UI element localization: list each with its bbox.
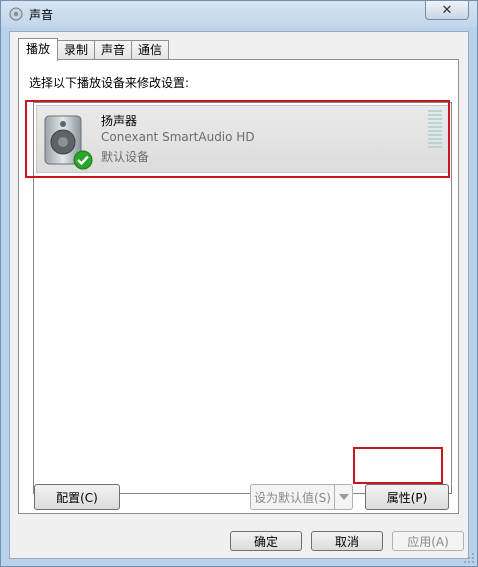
device-name: 扬声器 (101, 114, 138, 128)
device-item-speakers[interactable]: 扬声器 Conexant SmartAudio HD 默认设备 (36, 105, 449, 173)
tab-recording[interactable]: 录制 (57, 40, 96, 60)
device-list[interactable]: 扬声器 Conexant SmartAudio HD 默认设备 (33, 102, 452, 494)
set-default-button[interactable]: 设为默认值(S) (250, 484, 353, 510)
tab-sounds[interactable]: 声音 (94, 40, 133, 60)
properties-button[interactable]: 属性(P) (365, 484, 449, 510)
tab-playback[interactable]: 播放 (18, 38, 59, 61)
tab-strip: 播放 录制 声音 通信 (18, 38, 170, 61)
tab-communications[interactable]: 通信 (131, 40, 170, 60)
dialog-client: 播放 录制 声音 通信 选择以下播放设备来修改设置: 扬声器 Conexant … (9, 31, 469, 559)
sound-dialog: 声音 ✕ 播放 录制 声音 通信 选择以下播放设备来修改设置: 扬声器 Cone… (0, 0, 478, 567)
sound-app-icon (9, 7, 23, 21)
instruction-text: 选择以下播放设备来修改设置: (29, 76, 190, 90)
ok-button[interactable]: 确定 (230, 531, 302, 551)
device-driver: Conexant SmartAudio HD (101, 130, 255, 144)
title-bar[interactable]: 声音 ✕ (1, 1, 477, 27)
green-check-icon (73, 150, 93, 170)
close-icon: ✕ (441, 2, 453, 18)
playback-panel: 选择以下播放设备来修改设置: 扬声器 Conexant SmartAudio H… (18, 59, 459, 514)
close-button[interactable]: ✕ (425, 1, 469, 20)
configure-button[interactable]: 配置(C) (34, 484, 120, 510)
resize-grip-icon[interactable] (463, 552, 475, 564)
volume-level-meter (428, 110, 442, 150)
set-default-dropdown[interactable] (334, 484, 353, 510)
apply-button[interactable]: 应用(A) (392, 531, 464, 551)
window-title: 声音 (29, 8, 54, 22)
chevron-down-icon (338, 494, 349, 500)
device-status: 默认设备 (101, 150, 150, 164)
cancel-button[interactable]: 取消 (311, 531, 383, 551)
set-default-main[interactable]: 设为默认值(S) (250, 484, 334, 510)
